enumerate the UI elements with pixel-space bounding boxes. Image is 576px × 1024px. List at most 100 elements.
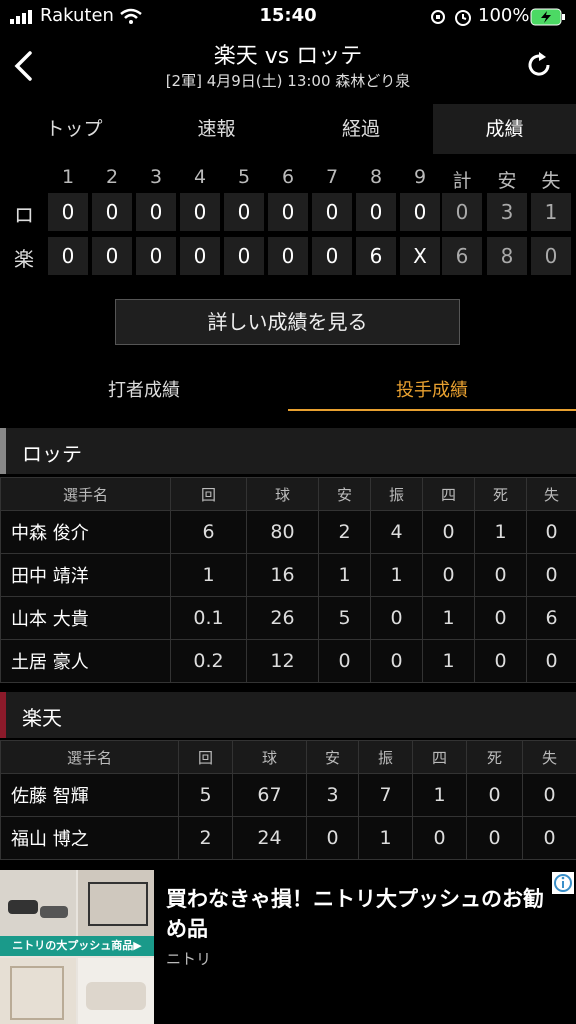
column-header: 安 <box>306 740 359 774</box>
stat-cell: 0 <box>526 553 576 597</box>
pitcher-name: 田中 靖洋 <box>0 553 171 597</box>
pitcher-name: 土居 豪人 <box>0 639 171 683</box>
stat-cell: 2 <box>178 816 233 860</box>
stat-cell: 6 <box>170 510 247 554</box>
pitcher-row[interactable]: 土居 豪人 0.2 12 0 0 1 0 0 <box>0 639 576 683</box>
stat-cell: 0 <box>422 553 475 597</box>
column-header: 安 <box>318 477 371 511</box>
team-header-rakuten: 楽天 <box>0 692 576 738</box>
ad-photo-bed <box>78 870 154 936</box>
stat-cell: 3 <box>306 773 359 817</box>
stat-cell: 6 <box>526 596 576 640</box>
column-header: 球 <box>232 740 307 774</box>
tab-progress[interactable]: 経過 <box>289 104 433 154</box>
table-header-row: 選手名回球安振四死失 <box>0 477 576 511</box>
stat-cell: 0 <box>474 639 527 683</box>
stat-cell: 1 <box>412 773 467 817</box>
tab-pitching[interactable]: 投手成績 <box>288 372 576 410</box>
stat-cell: 0 <box>412 816 467 860</box>
refresh-icon[interactable] <box>524 50 554 80</box>
scoreboard-header: 4 <box>193 166 207 188</box>
detail-stats-button[interactable]: 詳しい成績を見る <box>115 299 460 345</box>
score-cell: 0 <box>356 193 396 231</box>
stat-cell: 0 <box>466 816 523 860</box>
alarm-icon <box>455 10 471 26</box>
adchoices-icon[interactable] <box>552 872 574 894</box>
score-cell: 0 <box>136 237 176 275</box>
game-info: [2軍] 4月9日(土) 13:00 森林どり泉 <box>165 72 411 90</box>
ad-advertiser: ニトリ <box>166 950 212 968</box>
score-cell: 0 <box>48 193 88 231</box>
stat-cell: 5 <box>178 773 233 817</box>
stat-cell: 0 <box>306 816 359 860</box>
pitcher-row[interactable]: 中森 俊介 6 80 2 4 0 1 0 <box>0 510 576 554</box>
scoreboard-team-rakuten: 楽 <box>14 247 34 271</box>
stat-cell: 0 <box>522 773 576 817</box>
tab-top[interactable]: トップ <box>0 104 148 154</box>
stat-cell: 0.1 <box>170 596 247 640</box>
scoreboard-header: 計 <box>452 170 472 192</box>
stat-cell: 1 <box>474 510 527 554</box>
stat-cell: 0 <box>422 510 475 554</box>
score-cell: 1 <box>531 193 571 231</box>
scoreboard-header: 安 <box>497 170 517 192</box>
score-cell: 6 <box>356 237 396 275</box>
pitcher-name: 山本 大貴 <box>0 596 171 640</box>
stat-cell: 1 <box>358 816 413 860</box>
stat-cell: 4 <box>370 510 423 554</box>
score-cell: 0 <box>136 193 176 231</box>
pitcher-row[interactable]: 福山 博之 2 24 0 1 0 0 0 <box>0 816 576 860</box>
score-cell: 0 <box>180 193 220 231</box>
column-header: 選手名 <box>0 740 179 774</box>
score-cell: 0 <box>92 237 132 275</box>
pitcher-name: 福山 博之 <box>0 816 179 860</box>
tab-results[interactable]: 成績 <box>433 104 576 154</box>
scoreboard-header: 2 <box>105 166 119 188</box>
ad-photo-shelf <box>0 958 76 1024</box>
pitcher-name: 中森 俊介 <box>0 510 171 554</box>
team-name: ロッテ <box>22 442 82 466</box>
score-cell: 0 <box>92 193 132 231</box>
column-header: 失 <box>526 477 576 511</box>
stat-cell: 1 <box>422 639 475 683</box>
tab-batting[interactable]: 打者成績 <box>0 372 288 410</box>
stat-cell: 5 <box>318 596 371 640</box>
team-accent <box>0 692 6 738</box>
team-accent <box>0 428 6 474</box>
score-cell: 0 <box>442 193 482 231</box>
tab-live[interactable]: 速報 <box>144 104 289 154</box>
stat-cell: 0 <box>474 596 527 640</box>
stat-cell: 1 <box>318 553 371 597</box>
score-cell: 8 <box>487 237 527 275</box>
pitcher-row[interactable]: 田中 靖洋 1 16 1 1 0 0 0 <box>0 553 576 597</box>
scoreboard-header: 6 <box>281 166 295 188</box>
pitching-table-rakuten: 選手名回球安振四死失 佐藤 智輝 5 67 3 7 1 0 0 福山 博之 2 24 0 1 0 0 0 <box>0 740 576 860</box>
score-cell: 6 <box>442 237 482 275</box>
ad-title[interactable]: 買わなきゃ損！ニトリ大プッシュのお勧め品 <box>166 884 556 944</box>
column-header: 選手名 <box>0 477 171 511</box>
stat-cell: 1 <box>170 553 247 597</box>
ad-banner[interactable]: ニトリの大プッシュ商品▶ 買わなきゃ損！ニトリ大プッシュのお勧め品 ニトリ <box>0 870 576 1024</box>
score-cell: 0 <box>312 193 352 231</box>
column-header: 回 <box>178 740 233 774</box>
stat-cell: 0 <box>526 639 576 683</box>
ad-image[interactable]: ニトリの大プッシュ商品▶ <box>0 870 154 1024</box>
column-header: 回 <box>170 477 247 511</box>
battery-charging-icon <box>530 8 565 26</box>
stat-cell: 26 <box>246 596 319 640</box>
table-header-row: 選手名回球安振四死失 <box>0 740 576 774</box>
pitcher-row[interactable]: 山本 大貴 0.1 26 5 0 1 0 6 <box>0 596 576 640</box>
team-name: 楽天 <box>22 706 62 730</box>
scoreboard-header: 1 <box>61 166 75 188</box>
team-header-lotte: ロッテ <box>0 428 576 474</box>
pitcher-name: 佐藤 智輝 <box>0 773 179 817</box>
stat-cell: 0 <box>474 553 527 597</box>
stat-cell: 24 <box>232 816 307 860</box>
pitcher-row[interactable]: 佐藤 智輝 5 67 3 7 1 0 0 <box>0 773 576 817</box>
score-cell: 0 <box>224 193 264 231</box>
score-cell: 0 <box>224 237 264 275</box>
page-title: 楽天 vs ロッテ <box>213 44 363 69</box>
score-cell: 3 <box>487 193 527 231</box>
stat-cell: 7 <box>358 773 413 817</box>
scoreboard-team-lotte: ロ <box>14 203 34 227</box>
